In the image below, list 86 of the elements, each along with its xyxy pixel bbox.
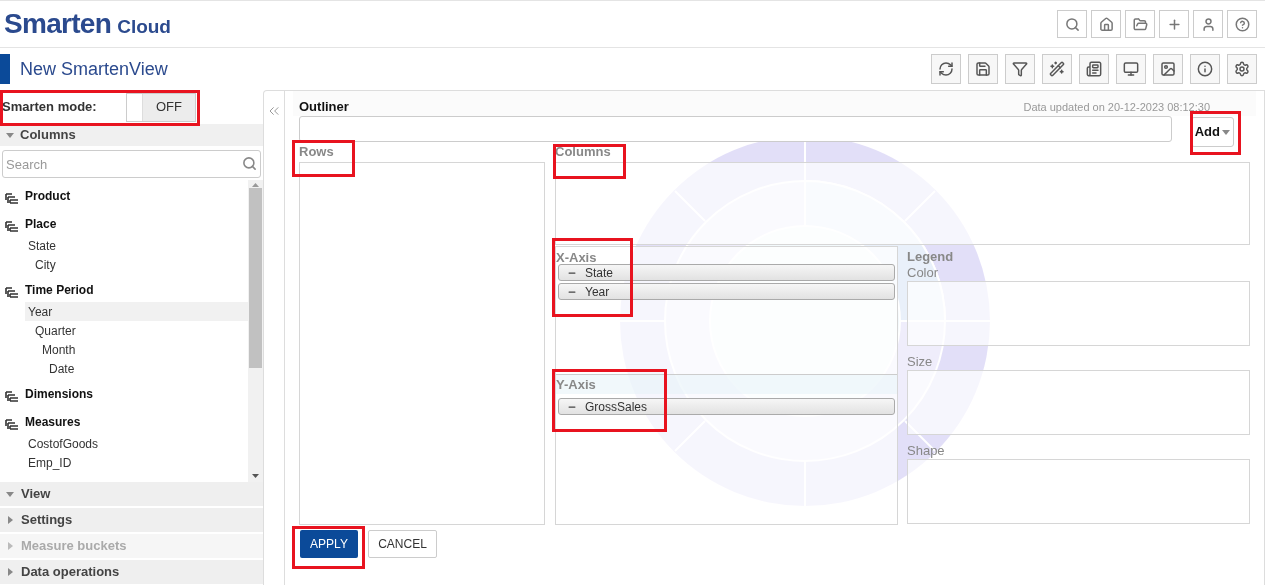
hierarchy-icon [5,419,19,431]
plus-button[interactable] [1159,10,1189,38]
settings-icon [1234,61,1250,77]
smarten-mode-toggle[interactable]: OFF [126,92,196,122]
columns-label: Columns [555,143,611,161]
plus-icon [1166,16,1182,32]
search-icon [242,156,257,171]
folder-button[interactable] [1125,10,1155,38]
refresh-button[interactable] [931,54,961,84]
folder-icon [1132,16,1148,32]
list-document-icon [1086,61,1102,77]
caret-icon [6,568,14,576]
section-header[interactable]: View [0,482,263,506]
tree-group[interactable]: Time Period [0,274,248,302]
monitor-icon [1123,61,1139,77]
rows-label: Rows [299,143,334,161]
search-icon [1064,16,1080,32]
legend-label: Legend [907,248,954,263]
legend-field-label: Size [907,353,933,370]
image-icon [1160,61,1176,77]
legend-field-label: Color [907,264,939,281]
columns-section-header[interactable]: Columns [0,124,263,146]
tree-group[interactable]: Measures [0,406,248,434]
outliner-title: Outliner [299,97,349,116]
axis-field-pill[interactable]: State [558,264,895,281]
help-icon [1234,16,1250,32]
tree-item[interactable]: Year [25,302,248,321]
apply-button[interactable]: APPLY [300,530,358,558]
image-button[interactable] [1153,54,1183,84]
filter-icon [1012,61,1028,77]
tree-group[interactable]: Dimensions [0,378,248,406]
user-icon [1200,16,1216,32]
search-field[interactable]: Search [2,150,261,178]
highlight-box [292,140,355,177]
user-button[interactable] [1193,10,1223,38]
info-button[interactable] [1190,54,1220,84]
section-header[interactable]: Settings [0,508,263,532]
tree-item[interactable]: Emp_ID [25,453,248,472]
axis-field-pill[interactable]: GrossSales [558,398,895,415]
magic-wand-button[interactable] [1042,54,1072,84]
monitor-button[interactable] [1116,54,1146,84]
app-logo[interactable]: Smarten Cloud [4,3,171,45]
view-title: New SmartenView [20,57,168,81]
tree-item[interactable]: State [25,236,248,255]
caret-icon [6,490,14,498]
hierarchy-icon [5,193,19,205]
tree-group[interactable]: Product [0,180,248,208]
cancel-button[interactable]: CANCEL [368,530,437,558]
outliner-field[interactable] [299,116,1172,142]
caret-icon [6,516,14,524]
x-axis-label: X-Axis [556,249,597,264]
search-button[interactable] [1057,10,1087,38]
tree-item[interactable]: City [32,255,248,274]
caret-icon [6,131,14,139]
axis-field-pill[interactable]: Year [558,283,895,300]
highlight-box [1190,111,1241,155]
legend-field-label: Shape [907,442,945,459]
scroll-down-icon[interactable] [252,474,259,478]
home-icon [1098,16,1114,32]
caret-icon [1222,128,1230,136]
smarten-mode-label: Smarten mode: [1,98,98,117]
tree-group[interactable]: Place [0,208,248,236]
settings-button[interactable] [1227,54,1257,84]
tree-item[interactable]: Month [39,340,248,359]
add-button[interactable]: Add [1190,117,1234,147]
tree-item[interactable]: CostofGoods [25,434,248,453]
scrollbar[interactable] [248,180,263,482]
section-header[interactable]: Data operations [0,560,263,584]
refresh-icon [938,61,954,77]
tree-item[interactable]: Quarter [32,321,248,340]
tree-item[interactable]: Date [46,359,248,378]
hierarchy-icon [5,221,19,233]
magic-wand-icon [1049,61,1065,77]
list-document-button[interactable] [1079,54,1109,84]
filter-button[interactable] [1005,54,1035,84]
accent-bar [0,54,10,84]
y-axis-label: Y-Axis [556,375,596,394]
data-updated-text: Data updated on 20-12-2023 08:12:30 [1023,99,1210,115]
home-button[interactable] [1091,10,1121,38]
save-icon [975,61,991,77]
caret-icon [6,542,14,550]
hierarchy-icon [5,391,19,403]
save-button[interactable] [968,54,998,84]
help-button[interactable] [1227,10,1257,38]
info-icon [1197,61,1213,77]
hierarchy-icon [5,287,19,299]
